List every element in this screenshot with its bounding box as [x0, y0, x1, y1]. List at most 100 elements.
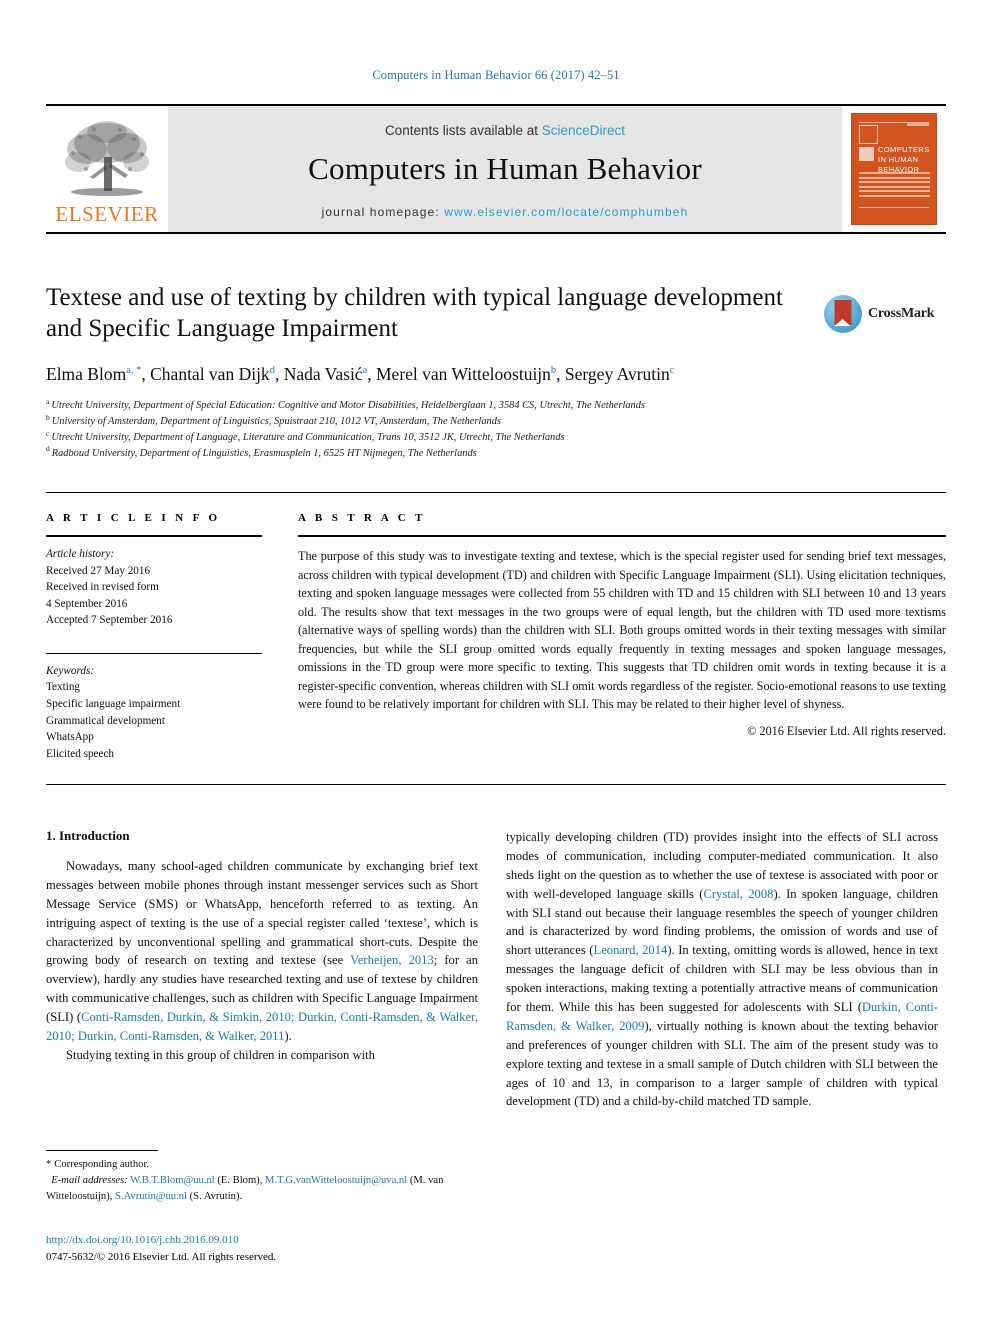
- journal-masthead: ELSEVIER Contents lists available at Sci…: [46, 104, 946, 234]
- citation-link[interactable]: Verheijen, 2013: [350, 953, 434, 967]
- paper-page: Computers in Human Behavior 66 (2017) 42…: [0, 0, 992, 1323]
- journal-title: Computers in Human Behavior: [308, 151, 702, 186]
- history-item: Accepted 7 September 2016: [46, 614, 173, 627]
- body-column-left: 1. Introduction Nowadays, many school-ag…: [46, 828, 478, 1065]
- affiliation-item: b University of Amsterdam, Department of …: [46, 412, 806, 430]
- email-addresses-label: E-mail addresses:: [51, 1174, 128, 1186]
- keywords-block: Keywords: Texting Specific language impa…: [46, 663, 262, 762]
- journal-homepage-line: journal homepage: www.elsevier.com/locat…: [322, 205, 689, 219]
- contents-lists-line: Contents lists available at ScienceDirec…: [385, 123, 625, 138]
- body-paragraph: typically developing children (TD) provi…: [506, 828, 938, 1111]
- article-history-label: Article history:: [46, 548, 115, 560]
- affiliation-item: d Radboud University, Department of Lingu…: [46, 444, 806, 462]
- affiliation-list: a Utrecht University, Department of Speci…: [46, 398, 806, 461]
- keyword-item: Grammatical development: [46, 714, 165, 727]
- affiliation-text: Utrecht University, Department of Specia…: [51, 400, 645, 412]
- history-item: Received 27 May 2016: [46, 564, 151, 577]
- author-name[interactable]: Merel van Witteloostuijn: [376, 364, 551, 384]
- contents-prefix: Contents lists available at: [384, 123, 542, 138]
- elsevier-wordmark: ELSEVIER: [55, 202, 159, 226]
- journal-cover-thumbnail: COMPUTERS IN HUMAN BEHAVIOR: [842, 106, 946, 232]
- author-affil-mark: c: [669, 364, 675, 376]
- elsevier-logo: ELSEVIER: [46, 106, 168, 232]
- doi-link[interactable]: http://dx.doi.org/10.1016/j.chb.2016.09.…: [46, 1232, 478, 1249]
- info-section-bottom-rule: [46, 784, 946, 785]
- article-info-heading: A R T I C L E I N F O: [46, 512, 221, 524]
- sciencedirect-link[interactable]: ScienceDirect: [542, 123, 625, 138]
- keyword-item: WhatsApp: [46, 731, 94, 744]
- cover-image: COMPUTERS IN HUMAN BEHAVIOR: [851, 113, 937, 225]
- cover-elsevier-mark-icon: [859, 125, 878, 144]
- body-paragraph: Nowadays, many school-aged children comm…: [46, 857, 478, 1046]
- cover-journal-title: COMPUTERS IN HUMAN BEHAVIOR: [878, 145, 930, 174]
- email-link[interactable]: M.T.G.vanWitteloostuijn@uva.nl: [265, 1175, 407, 1186]
- crossmark-label: CrossMark: [868, 306, 935, 321]
- author-list: Elma Bloma, *, Chantal van Dijkd, Nada V…: [46, 363, 675, 384]
- homepage-label: journal homepage:: [321, 205, 445, 219]
- email-link[interactable]: W.B.T.Blom@uu.nl: [130, 1175, 215, 1186]
- doi-block: http://dx.doi.org/10.1016/j.chb.2016.09.…: [46, 1232, 478, 1265]
- affiliation-item: a Utrecht University, Department of Speci…: [46, 398, 806, 414]
- abstract-heading: A B S T R A C T: [298, 512, 426, 524]
- keyword-item: Elicited speech: [46, 747, 115, 760]
- cover-logo-block-icon: [859, 147, 874, 161]
- cover-text-lines: [859, 172, 930, 199]
- paragraph-text: ).: [284, 1029, 292, 1044]
- crossmark-icon: [824, 295, 862, 333]
- author-name[interactable]: Sergey Avrutin: [565, 364, 670, 384]
- author-affil-mark: a: [362, 364, 368, 376]
- section-heading-introduction: 1. Introduction: [46, 828, 130, 843]
- article-info-rule: [46, 535, 262, 537]
- email-owner: (E. Blom),: [217, 1174, 263, 1186]
- email-owner: (S. Avrutin).: [189, 1190, 243, 1202]
- affiliation-text: Utrecht University, Department of Langua…: [51, 431, 565, 443]
- keywords-label: Keywords:: [46, 664, 95, 677]
- email-link[interactable]: S.Avrutin@uu.nl: [115, 1191, 187, 1202]
- cover-corner-mark: [907, 123, 929, 126]
- affiliation-mark: a: [46, 396, 50, 406]
- cover-bottom-rule: [859, 207, 929, 208]
- author-affil-mark: d: [269, 364, 275, 376]
- affiliation-mark: b: [46, 412, 50, 422]
- affiliation-mark: c: [46, 428, 50, 438]
- keywords-rule: [46, 652, 262, 654]
- issn-copyright-line: 0747-5632/© 2016 Elsevier Ltd. All right…: [46, 1250, 277, 1263]
- crossmark-badge[interactable]: CrossMark: [824, 292, 935, 336]
- author-name[interactable]: Nada Vasić: [284, 364, 363, 384]
- running-head: Computers in Human Behavior 66 (2017) 42…: [372, 68, 620, 82]
- article-history: Article history: Received 27 May 2016 Re…: [46, 546, 262, 629]
- abstract-rule: [298, 535, 946, 537]
- body-column-right: typically developing children (TD) provi…: [506, 828, 938, 1111]
- author-affil-mark: a, *: [126, 364, 142, 376]
- corresponding-author-label: Corresponding author.: [54, 1159, 150, 1170]
- affiliation-item: c Utrecht University, Department of Langu…: [46, 428, 806, 446]
- author-name[interactable]: Elma Blom: [46, 364, 126, 384]
- elsevier-tree-icon: [65, 121, 149, 196]
- footnote-text: * Corresponding author. E-mail addresses:…: [46, 1157, 478, 1205]
- homepage-url-link[interactable]: www.elsevier.com/locate/comphumbeh: [444, 205, 688, 219]
- citation-link[interactable]: Leonard, 2014: [594, 943, 668, 957]
- citation-link[interactable]: Crystal, 2008: [703, 887, 773, 901]
- keyword-item: Texting: [46, 681, 81, 694]
- history-item: Received in revised form: [46, 581, 159, 594]
- footnote-rule: [46, 1150, 158, 1151]
- keyword-item: Specific language impairment: [46, 698, 181, 711]
- title-block: Textese and use of texting by children w…: [46, 282, 806, 462]
- abstract-text: The purpose of this study was to investi…: [298, 549, 946, 712]
- abstract-copyright: © 2016 Elsevier Ltd. All rights reserved…: [747, 723, 946, 738]
- history-item: 4 September 2016: [46, 597, 128, 610]
- info-section-top-rule: [46, 492, 946, 493]
- citation-link[interactable]: Conti-Ramsden, Durkin, & Simkin, 2010; D…: [46, 1010, 478, 1043]
- affiliation-text: Radboud University, Department of Lingui…: [51, 447, 477, 459]
- affiliation-text: University of Amsterdam, Department of L…: [51, 416, 501, 428]
- affiliation-mark: d: [46, 444, 50, 454]
- footnote-block: * Corresponding author. E-mail addresses:…: [46, 1150, 478, 1205]
- paragraph-text: Nowadays, many school-aged children comm…: [46, 859, 478, 968]
- page-title: Textese and use of texting by children w…: [46, 284, 783, 343]
- author-name[interactable]: Chantal van Dijk: [150, 364, 270, 384]
- author-affil-mark: b: [550, 364, 557, 376]
- abstract-section: A B S T R A C T The purpose of this stud…: [298, 512, 946, 739]
- body-paragraph: Studying texting in this group of childr…: [66, 1047, 375, 1062]
- article-info-section: A R T I C L E I N F O Article history: R…: [46, 512, 262, 762]
- journal-band: Contents lists available at ScienceDirec…: [168, 106, 842, 232]
